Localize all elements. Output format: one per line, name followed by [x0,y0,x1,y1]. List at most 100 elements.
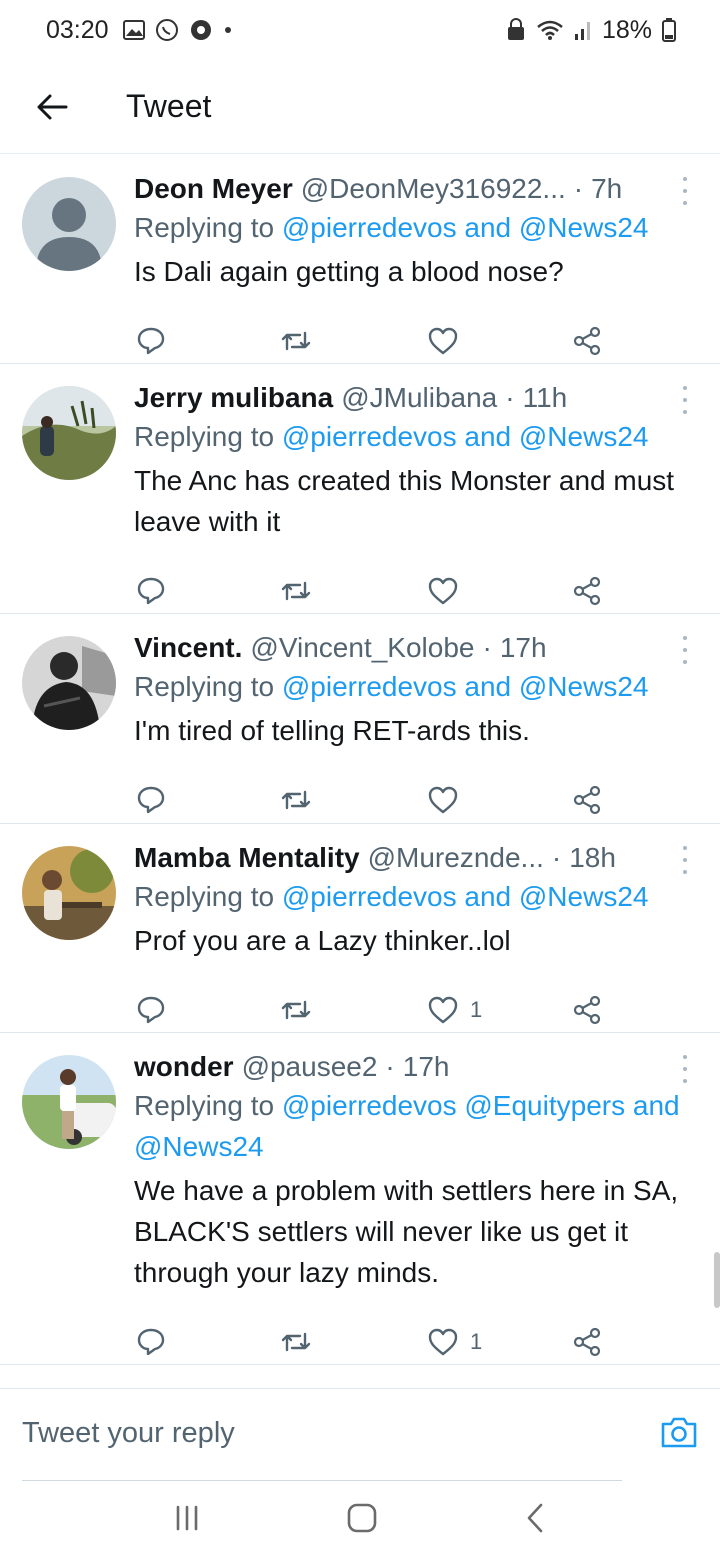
chrome-notification-icon [189,18,213,42]
retweet-button[interactable] [280,328,312,354]
avatar[interactable] [22,846,116,940]
nav-back-button[interactable] [523,1502,547,1539]
replying-prefix: Replying to [134,1090,275,1121]
user-handle: @JMulibana [341,382,498,413]
reply-tweet[interactable]: Deon Meyer @DeonMey316922... · 7h Replyi… [0,155,720,364]
reply-button[interactable] [136,1327,166,1357]
tweet-text: Prof you are a Lazy thinker..lol [134,925,511,956]
reply-mentions[interactable]: @pierredevos and @News24 [282,881,649,912]
replying-to: Replying to @pierredevos and @News24 [134,207,690,248]
retweet-icon [281,1000,311,1020]
reply-tweet[interactable]: Mamba Mentality @Mureznde... · 18h Reply… [0,824,720,1033]
recents-button[interactable] [173,1504,201,1537]
camera-button[interactable] [660,1415,698,1454]
more-icon[interactable] [680,386,690,414]
tweet-age: 11h [522,382,568,413]
reply-icon [137,786,165,814]
reply-tweet[interactable]: wonder @pausee2 · 17h Replying to @pierr… [0,1033,720,1365]
reply-icon [137,1328,165,1356]
tweet-meta: Deon Meyer @DeonMey316922... · 7h [134,171,690,207]
like-icon [428,786,458,814]
retweet-button[interactable] [280,1329,312,1355]
tweet-age: 17h [402,1051,450,1082]
nav-back-icon [528,1503,543,1532]
avatar[interactable] [22,177,116,271]
retweet-button[interactable] [280,787,312,813]
reply-button[interactable] [136,785,166,815]
like-icon [428,996,458,1024]
reply-button[interactable] [136,576,166,606]
reply-tweet[interactable]: Vincent. @Vincent_Kolobe · 17h Replying … [0,614,720,824]
like-icon [428,577,458,605]
display-name[interactable]: Deon Meyer [134,171,293,207]
avatar[interactable] [22,1055,116,1149]
display-name[interactable]: wonder [134,1049,234,1085]
like-button[interactable] [428,577,470,605]
reply-mentions[interactable]: @pierredevos and @News24 [282,671,649,702]
share-button[interactable] [572,785,602,815]
like-button[interactable]: 1 [428,1328,482,1356]
tweet-actions: 1 [134,1299,690,1385]
replying-prefix: Replying to [134,671,275,702]
back-button[interactable] [22,77,82,137]
like-button[interactable] [428,786,470,814]
status-bar: 03:20 18% [0,0,720,60]
tweet-meta: wonder @pausee2 · 17h [134,1049,690,1085]
replying-to: Replying to @pierredevos @Equitypers and… [134,1085,690,1167]
tweet-text: We have a problem with settlers here in … [134,1175,679,1288]
more-icon[interactable] [680,1055,690,1083]
separator-dot: · [385,1051,395,1082]
retweet-icon [281,581,311,601]
reply-button[interactable] [136,326,166,356]
reply-button[interactable] [136,995,166,1025]
display-name[interactable]: Mamba Mentality [134,840,360,876]
share-button[interactable] [572,1327,602,1357]
reply-mentions[interactable]: @pierredevos and @News24 [282,212,649,243]
display-name[interactable]: Vincent. [134,630,242,666]
more-icon[interactable] [680,177,690,205]
retweet-icon [281,1332,311,1352]
user-handle: @DeonMey316922... [300,173,566,204]
avatar[interactable] [22,636,116,730]
scrollbar-thumb[interactable] [714,1252,720,1308]
reply-mentions[interactable]: @pierredevos and @News24 [282,421,649,452]
tweet-text: Is Dali again getting a blood nose? [134,256,564,287]
like-button[interactable]: 1 [428,996,482,1024]
share-button[interactable] [572,326,602,356]
share-button[interactable] [572,576,602,606]
replies-list[interactable]: Deon Meyer @DeonMey316922... · 7h Replyi… [0,155,720,1387]
share-icon [573,785,601,815]
signal-icon [574,19,592,41]
like-button[interactable] [428,327,470,355]
tweet-age: 7h [591,173,623,204]
share-button[interactable] [572,995,602,1025]
home-button[interactable] [346,1502,378,1539]
system-nav-bar [0,1480,720,1560]
whatsapp-notification-icon [155,18,179,42]
share-icon [573,995,601,1025]
tweet-meta: Jerry mulibana @JMulibana · 11h [134,380,690,416]
replying-to: Replying to @pierredevos and @News24 [134,416,690,457]
more-icon[interactable] [680,846,690,874]
replying-prefix: Replying to [134,881,275,912]
user-handle: @Mureznde... [367,842,544,873]
retweet-icon [281,790,311,810]
status-time: 03:20 [46,15,109,44]
user-handle: @pausee2 [241,1051,378,1082]
display-name[interactable]: Jerry mulibana [134,380,333,416]
tweet-meta: Vincent. @Vincent_Kolobe · 17h [134,630,690,666]
reply-icon [137,996,165,1024]
separator-dot: · [573,173,584,204]
replying-prefix: Replying to [134,421,275,452]
more-icon[interactable] [680,636,690,664]
retweet-button[interactable] [280,997,312,1023]
reply-tweet[interactable]: Jerry mulibana @JMulibana · 11h Replying… [0,364,720,614]
like-icon [428,327,458,355]
reply-icon [137,577,165,605]
replying-to: Replying to @pierredevos and @News24 [134,876,690,917]
avatar[interactable] [22,386,116,480]
tweet-text: I'm tired of telling RET-ards this. [134,715,530,746]
reply-input[interactable]: Tweet your reply [22,1389,622,1481]
reply-composer: Tweet your reply [0,1388,720,1481]
retweet-button[interactable] [280,578,312,604]
